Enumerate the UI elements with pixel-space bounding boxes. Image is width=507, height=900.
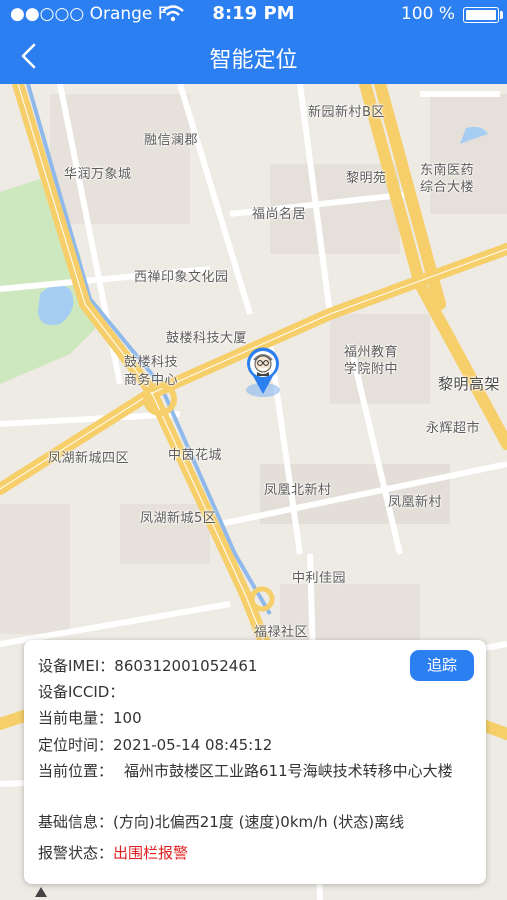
track-button[interactable]: 追踪 (410, 650, 474, 681)
battery-percent: 100 % (400, 4, 455, 24)
map-label: 福禄社区 (254, 625, 309, 640)
map-label: 黎明苑 (346, 171, 387, 186)
map-label: 新园新村B区 (308, 105, 385, 120)
map-label: 融信澜郡 (144, 133, 199, 148)
imei-row: 设备IMEI：860312001052461 (38, 656, 257, 677)
battery-value: 100 (113, 709, 142, 727)
iccid-label: 设备ICCID： (38, 683, 125, 701)
map-label: 商务中心 (124, 373, 179, 388)
map-label: 综合大楼 (420, 180, 475, 195)
map-label: 西禅印象文化园 (134, 270, 229, 285)
map-label: 华润万象城 (64, 167, 132, 182)
map-label: 福尚名居 (252, 207, 307, 222)
compass-button[interactable] (32, 884, 50, 898)
iccid-row: 设备ICCID： (38, 682, 124, 703)
page-title: 智能定位 (209, 48, 298, 73)
map-label: 中茵花城 (168, 448, 223, 463)
map-label: 凤湖新城5区 (140, 511, 217, 526)
alarm-value: 出围栏报警 (113, 844, 189, 862)
map-label: 福州教育 (344, 345, 399, 360)
map-label: 鼓楼科技 (124, 355, 179, 370)
battery-row: 当前电量：100 (38, 708, 142, 729)
map-label: 永辉超市 (426, 421, 481, 436)
basic-info-row: 基础信息：(方向)北偏西21度 (速度)0km/h (状态)离线 (38, 812, 404, 833)
map-label: 中利佳园 (292, 571, 347, 586)
alarm-row: 报警状态：出围栏报警 (38, 843, 188, 864)
nav-bar: 智能定位 (0, 28, 507, 84)
battery-icon (463, 7, 503, 23)
map-label: 鼓楼科技大厦 (166, 331, 248, 346)
device-info-card: 设备IMEI：860312001052461 追踪 设备ICCID： 当前电量：… (24, 640, 486, 884)
address-label: 当前位置： (38, 762, 114, 780)
map-label: 凤湖新城四区 (48, 451, 130, 466)
map-label: 黎明高架 (438, 375, 501, 393)
battery-label: 当前电量： (38, 709, 114, 727)
compass-icon (35, 887, 47, 897)
address-row: 当前位置： 福州市鼓楼区工业路611号海峡技术转移中心大楼 (38, 761, 478, 805)
map-label: 凤凰北新村 (264, 483, 332, 498)
time-value: 2021-05-14 08:45:12 (113, 736, 273, 754)
map-label: 凤凰新村 (388, 495, 443, 510)
time-row: 定位时间：2021-05-14 08:45:12 (38, 735, 272, 756)
device-location-marker[interactable] (245, 346, 281, 396)
elderly-person-avatar-pin-icon (247, 347, 279, 394)
map-label: 学院附中 (344, 362, 399, 377)
time-label: 定位时间： (38, 736, 114, 754)
address-value: 福州市鼓楼区工业路611号海峡技术转移中心大楼 (124, 762, 453, 780)
map-label: 东南医药 (420, 163, 475, 178)
alarm-label: 报警状态： (38, 844, 114, 862)
imei-value: 860312001052461 (114, 657, 258, 675)
status-bar: ●●○○○ Orange F 8:19 PM 100 % (0, 0, 507, 28)
imei-label: 设备IMEI： (38, 657, 115, 675)
basic-info-value: (方向)北偏西21度 (速度)0km/h (状态)离线 (113, 813, 405, 831)
basic-info-label: 基础信息： (38, 813, 114, 831)
